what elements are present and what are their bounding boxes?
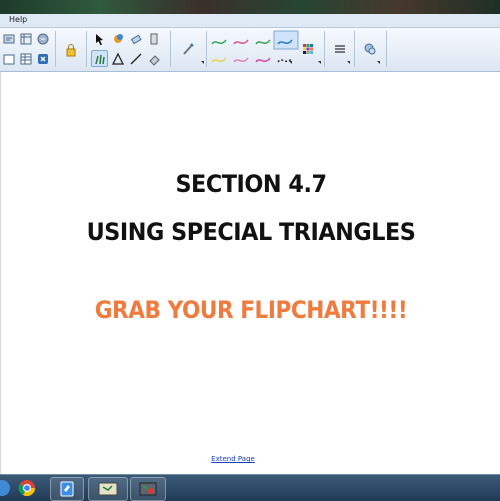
close-icon[interactable] — [35, 51, 51, 67]
pen-style-icon[interactable] — [180, 41, 196, 57]
desktop-wallpaper-strip — [0, 0, 500, 14]
flipchart-page[interactable]: SECTION 4.7 USING SPECIAL TRIANGLES GRAB… — [0, 72, 500, 474]
color-palette-icon[interactable] — [300, 41, 316, 57]
select-icon[interactable] — [92, 31, 108, 47]
table-icon[interactable] — [18, 51, 34, 67]
pen-icon[interactable] — [91, 50, 108, 67]
menu-bar: Help — [0, 14, 500, 28]
redo-icon[interactable] — [18, 31, 34, 47]
page-subtitle: GRAB YOUR FLIPCHART!!!! — [94, 296, 408, 324]
screen-shade-icon[interactable] — [35, 31, 51, 47]
page-title-line-2: USING SPECIAL TRIANGLES — [86, 218, 416, 246]
settings-icon[interactable] — [362, 41, 378, 57]
lock-icon[interactable] — [62, 41, 80, 59]
page-title-line-1: SECTION 4.7 — [175, 170, 327, 198]
paint-bucket-icon[interactable] — [146, 51, 162, 67]
fill-icon[interactable] — [110, 31, 126, 47]
start-orb-icon[interactable] — [0, 477, 10, 499]
shape-icon[interactable] — [110, 51, 126, 67]
line-icon[interactable] — [128, 51, 144, 67]
smart-board-icon[interactable] — [88, 477, 128, 501]
delete-icon[interactable] — [1, 51, 17, 67]
undo-icon[interactable] — [1, 31, 17, 47]
pen-swatches[interactable] — [208, 30, 300, 68]
chrome-icon[interactable] — [12, 477, 42, 499]
extend-page-link[interactable]: Extend Page — [1, 455, 465, 463]
notebook-icon[interactable] — [50, 477, 84, 501]
smart-recorder-icon[interactable] — [130, 477, 166, 501]
menu-item-help[interactable]: Help — [9, 15, 27, 24]
properties-icon[interactable] — [332, 41, 348, 57]
toolbar — [0, 28, 500, 72]
magic-pen-icon[interactable] — [146, 31, 162, 47]
eraser-icon[interactable] — [128, 31, 144, 47]
taskbar — [0, 474, 500, 501]
